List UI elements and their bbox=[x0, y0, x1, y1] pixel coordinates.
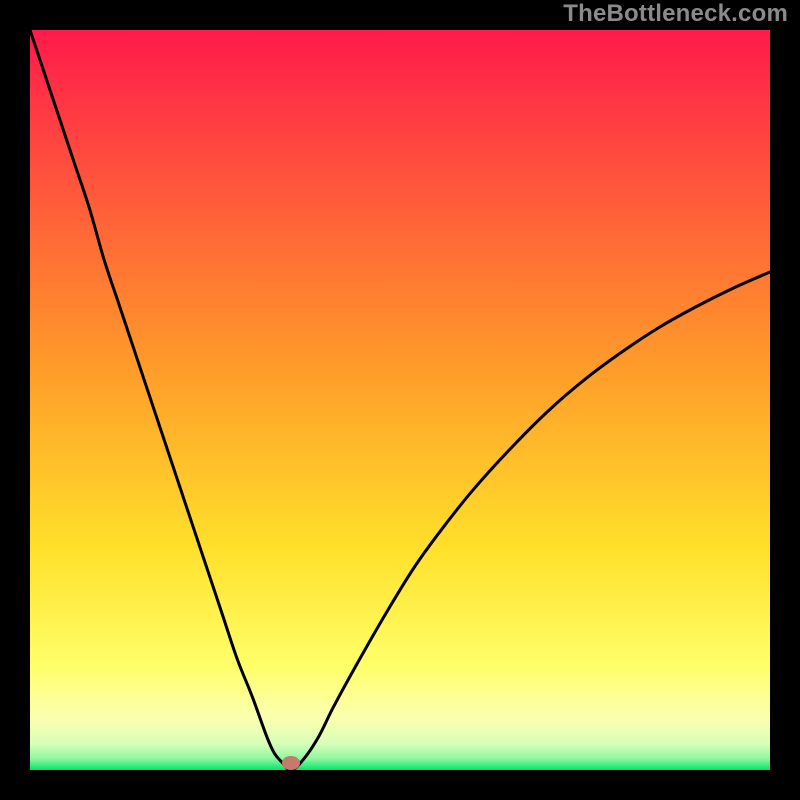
bottleneck-curve bbox=[30, 30, 770, 770]
plot-area bbox=[30, 30, 770, 770]
optimal-point-marker bbox=[282, 756, 300, 770]
watermark-text: TheBottleneck.com bbox=[563, 0, 788, 28]
chart-frame: TheBottleneck.com bbox=[0, 0, 800, 800]
